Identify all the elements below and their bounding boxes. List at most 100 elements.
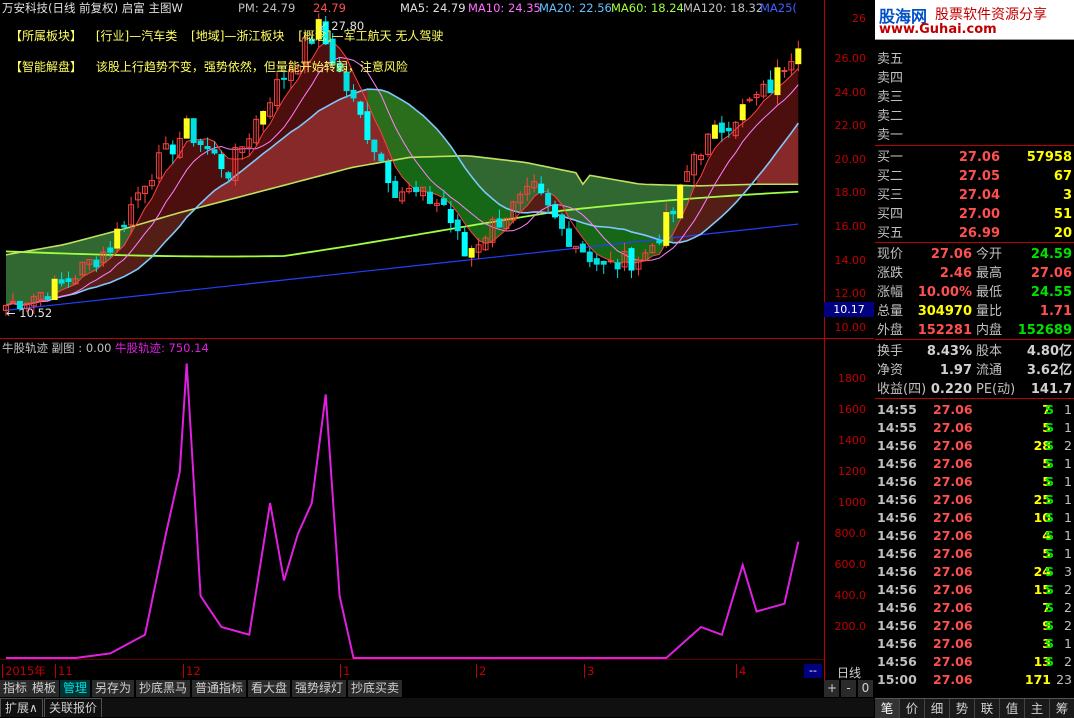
zoom-reset-button[interactable]: 0 [858, 680, 874, 697]
bid-row: 买一 27.06 57958 [875, 148, 1074, 167]
tick-time: 15:00 [877, 672, 917, 687]
price-tick: 16.00 [834, 220, 867, 233]
template-button[interactable]: 模板 [29, 680, 61, 697]
tick-count: 1 [1064, 474, 1072, 489]
tick-price: 27.06 [933, 510, 973, 525]
tick-time: 14:56 [877, 438, 917, 453]
bid-row: 买三 27.04 3 [875, 186, 1074, 205]
sub-tick: 800.0 [834, 527, 867, 540]
panel-tab[interactable]: 势 [950, 699, 975, 718]
market-button[interactable]: 看大盘 [248, 680, 292, 697]
candle-body [538, 183, 545, 194]
candle-body [725, 127, 732, 132]
ask-label: 卖五 [877, 52, 904, 67]
candle-body [677, 184, 684, 219]
ma-cloud-fill [6, 41, 799, 306]
sub-tick: 1200 [838, 465, 866, 478]
candle-body [711, 124, 718, 139]
tick-price: 27.06 [933, 474, 973, 489]
industry-tag[interactable]: [行业]—汽车类 [96, 29, 177, 43]
tick-count: 2 [1064, 618, 1072, 633]
current-price-tag: 10.17 [824, 302, 874, 317]
time-tick: 11 [55, 664, 73, 678]
tick-time: 14:56 [877, 528, 917, 543]
indicator-button[interactable]: 指标 [0, 680, 32, 697]
price-tick: 12.00 [834, 287, 867, 301]
candle-body [440, 198, 447, 205]
quote-value: 152281 [917, 323, 972, 338]
candle-body [9, 300, 16, 303]
bottom-buy-button[interactable]: 抄底买卖 [348, 680, 404, 697]
bid-price: 27.00 [958, 207, 1000, 222]
tick-row: 14:56 27.06 9 S 2 [875, 617, 1074, 635]
dark-horse-button[interactable]: 抄底黑马 [136, 680, 192, 697]
tick-price: 27.06 [933, 438, 973, 453]
expand-tab[interactable]: 扩展∧ [0, 698, 43, 717]
manage-button[interactable]: 管理 [60, 680, 92, 697]
bid-row: 买五 26.99 20 [875, 224, 1074, 243]
panel-tabs: 笔价细势联值主筹 [875, 698, 1074, 718]
tick-count: 23 [1056, 672, 1072, 687]
candle-body [51, 278, 58, 301]
panel-tab[interactable]: 值 [1000, 699, 1025, 718]
panel-tab[interactable]: 联 [975, 699, 1000, 718]
time-axis-line [0, 659, 824, 660]
tick-row: 15:00 27.06 171 23 [875, 671, 1074, 689]
panel-tab[interactable]: 细 [925, 699, 950, 718]
price-tick-top: 26 [852, 12, 866, 25]
tick-count: 2 [1064, 600, 1072, 615]
related-quotes-tab[interactable]: 关联报价 [44, 698, 103, 717]
ma10-value: MA10: 24.35 [468, 1, 541, 15]
panel-tab[interactable]: 价 [900, 699, 925, 718]
candle-body [260, 111, 267, 125]
candle-body [593, 258, 600, 265]
sector-heading: 【所属板块】 [10, 29, 83, 43]
tick-count: 2 [1064, 582, 1072, 597]
tick-row: 14:56 27.06 28 S 2 [875, 437, 1074, 455]
sub-tick: 1800 [838, 372, 866, 385]
stat-value: 8.43% [926, 344, 972, 359]
tick-count: 1 [1064, 402, 1072, 417]
green-light-button[interactable]: 强势绿灯 [292, 680, 348, 697]
candle-body [663, 212, 670, 246]
concept-tag[interactable]: [概念]—军工航天 无人驾驶 [298, 29, 443, 43]
normal-indicator-button[interactable]: 普通指标 [192, 680, 248, 697]
save-as-button[interactable]: 另存为 [92, 680, 136, 697]
tick-price: 27.06 [933, 402, 973, 417]
region-tag[interactable]: [地域]—浙江板块 [191, 29, 284, 43]
panel-tab[interactable]: 筹 [1050, 699, 1074, 718]
candle-body [357, 101, 364, 115]
candle-body [364, 111, 371, 141]
candle-body [600, 260, 607, 265]
quote-value: 27.06 [930, 247, 972, 262]
tick-time: 14:56 [877, 510, 917, 525]
tick-count: 1 [1064, 528, 1072, 543]
logo-subtitle: 股票软件资源分享 [935, 7, 1047, 23]
pm-value: PM: 24.79 [238, 1, 296, 15]
candle-body [447, 209, 454, 224]
quote-key: 涨跌 [877, 266, 904, 281]
scroll-dash[interactable]: -- [804, 664, 822, 678]
period-label[interactable]: 日线 [824, 664, 874, 680]
tick-price: 27.06 [933, 654, 973, 669]
panel-tab[interactable]: 主 [1025, 699, 1050, 718]
tick-side: S [1045, 474, 1055, 489]
zoom-in-button[interactable]: + [824, 680, 840, 697]
zoom-out-button[interactable]: - [841, 680, 857, 697]
sub-tick: 600.0 [834, 558, 867, 571]
bid-volume: 3 [1062, 188, 1072, 203]
quote-value: 2.46 [939, 266, 972, 281]
quote-value: 27.06 [1030, 266, 1072, 281]
sub-tick: 1600 [838, 403, 866, 416]
tick-count: 1 [1064, 492, 1072, 507]
ask-row: 卖一 [875, 126, 1074, 145]
tick-row: 14:55 27.06 5 S 1 [875, 419, 1074, 437]
panel-tab[interactable]: 笔 [875, 699, 900, 718]
bid-volume: 20 [1053, 226, 1072, 241]
quote-key: 今开 [976, 247, 1003, 262]
stat-value: 4.80亿 [1026, 344, 1072, 359]
tick-count: 1 [1064, 546, 1072, 561]
tick-side: S [1045, 528, 1055, 543]
tick-count: 2 [1064, 438, 1072, 453]
tick-time: 14:56 [877, 636, 917, 651]
